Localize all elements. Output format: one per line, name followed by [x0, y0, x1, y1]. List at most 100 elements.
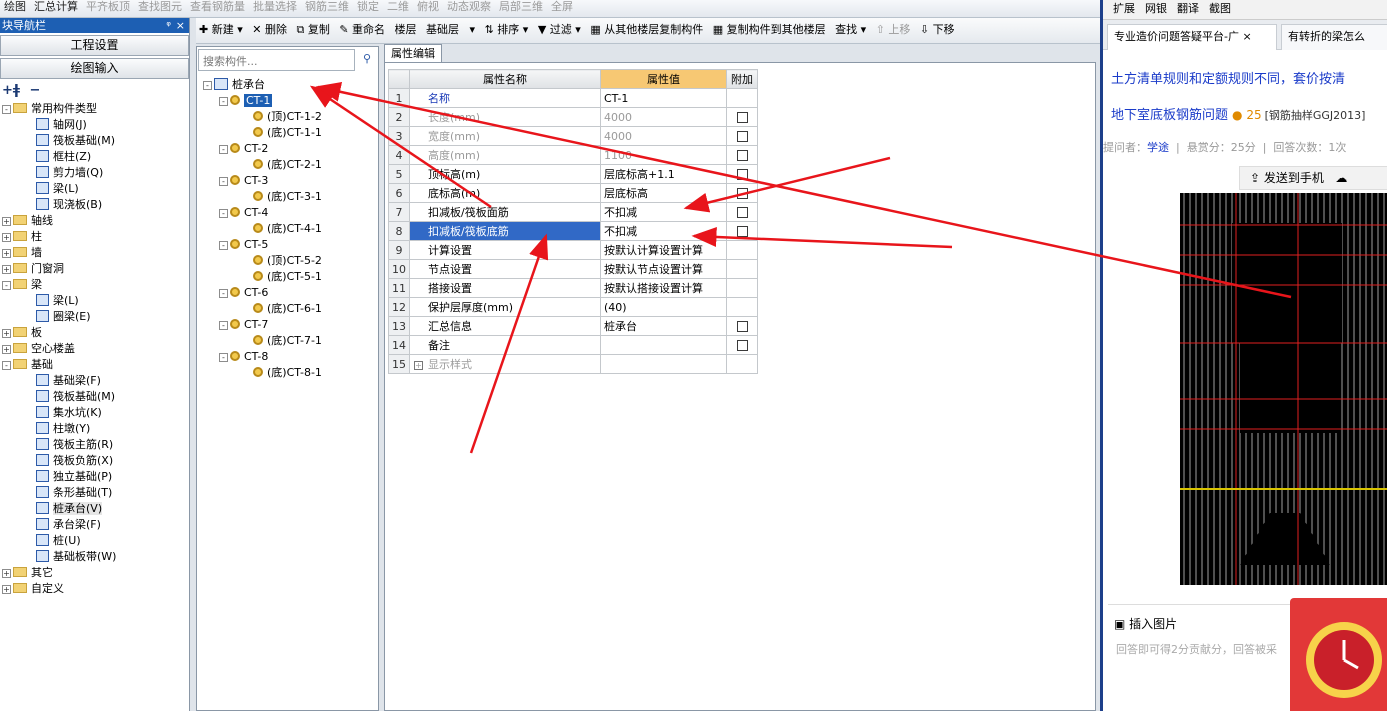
browser-toolbar-item[interactable]: 截图: [1209, 0, 1231, 18]
component-tree-item[interactable]: - CT-5: [203, 237, 322, 253]
collapse-icon[interactable]: -: [219, 353, 228, 362]
extra-checkbox[interactable]: [736, 131, 748, 142]
component-tree-item[interactable]: - CT-7: [203, 317, 322, 333]
property-value[interactable]: 层底标高: [600, 183, 727, 203]
component-tree-item[interactable]: (底)CT-4-1: [203, 221, 322, 237]
nav-tree-item[interactable]: 框柱(Z): [0, 149, 189, 165]
property-row[interactable]: 2 长度(mm) 4000: [388, 107, 758, 127]
nav-tree-item[interactable]: 筏板基础(M): [0, 133, 189, 149]
property-value[interactable]: 4000: [600, 107, 727, 127]
expand-icon[interactable]: +: [2, 569, 11, 578]
property-value[interactable]: 按默认节点设置计算: [600, 259, 727, 279]
property-row[interactable]: 10 节点设置 按默认节点设置计算: [388, 259, 758, 279]
collapse-icon[interactable]: -: [219, 289, 228, 298]
property-row[interactable]: 4 高度(mm) 1100: [388, 145, 758, 165]
nav-tree-item[interactable]: -梁: [0, 277, 189, 293]
nav-tree-item[interactable]: 梁(L): [0, 181, 189, 197]
nav-tree-item[interactable]: 圈梁(E): [0, 309, 189, 325]
property-value[interactable]: 桩承台: [600, 316, 727, 336]
nav-tree-item[interactable]: 筏板基础(M): [0, 389, 189, 405]
search-icon[interactable]: ⚲: [357, 49, 377, 71]
property-value[interactable]: [600, 354, 727, 374]
component-tree-item[interactable]: (底)CT-2-1: [203, 157, 322, 173]
toolbar1-item[interactable]: 锁定: [353, 0, 383, 17]
expand-icon[interactable]: +: [2, 217, 11, 226]
collapse-icon[interactable]: -: [2, 361, 11, 370]
nav-tree-item[interactable]: 桩承台(V): [0, 501, 189, 517]
property-row[interactable]: 5 顶标高(m) 层底标高+1.1: [388, 164, 758, 184]
collapse-icon[interactable]: -: [2, 105, 11, 114]
filter-button[interactable]: ▼ 过滤 ▾: [535, 18, 584, 43]
collapse-icon[interactable]: -: [219, 97, 228, 106]
property-value[interactable]: 不扣减: [600, 221, 727, 241]
nav-tree-item[interactable]: 现浇板(B): [0, 197, 189, 213]
copy-from-floor-button[interactable]: ▦ 从其他楼层复制构件: [587, 18, 706, 43]
toolbar1-item[interactable]: 汇总计算: [30, 0, 82, 17]
browser-tab-qa[interactable]: 专业造价问题答疑平台-广 ×: [1107, 24, 1277, 50]
nav-tree-item[interactable]: + 其它: [0, 565, 189, 581]
nav-tree-item[interactable]: - 基础: [0, 357, 189, 373]
property-row[interactable]: 13 汇总信息 桩承台: [388, 316, 758, 336]
collapse-icon[interactable]: -: [219, 145, 228, 154]
component-tree-item[interactable]: (底)CT-3-1: [203, 189, 322, 205]
extra-checkbox[interactable]: [736, 112, 748, 123]
nav-tree-item[interactable]: + 板: [0, 325, 189, 341]
component-tree-item[interactable]: - CT-6: [203, 285, 322, 301]
browser-toolbar-item[interactable]: 扩展: [1113, 0, 1135, 18]
property-value[interactable]: 4000: [600, 126, 727, 146]
nav-tree-item[interactable]: 轴网(J): [0, 117, 189, 133]
nav-tree-item[interactable]: + 墙: [0, 245, 189, 261]
component-tree-item[interactable]: (底)CT-6-1: [203, 301, 322, 317]
toolbar1-item[interactable]: 钢筋三维: [301, 0, 353, 17]
property-value[interactable]: 层底标高+1.1: [600, 164, 727, 184]
nav-tree-item[interactable]: 梁(L): [0, 293, 189, 309]
property-row[interactable]: 6 底标高(m) 层底标高: [388, 183, 758, 203]
component-tree-item[interactable]: (底)CT-1-1: [203, 125, 322, 141]
move-down-button[interactable]: ⇩ 下移: [917, 18, 958, 43]
browser-tab-beam[interactable]: 有转折的梁怎么: [1281, 24, 1387, 50]
drawing-input-button[interactable]: 绘图输入: [0, 58, 189, 79]
nav-tree-item[interactable]: 独立基础(P): [0, 469, 189, 485]
toolbar1-item[interactable]: 查找图元: [134, 0, 186, 17]
pin-icon[interactable]: ᵠ: [166, 18, 171, 33]
nav-tree-item[interactable]: 柱墩(Y): [0, 421, 189, 437]
nav-tree-item[interactable]: 桩(U): [0, 533, 189, 549]
nav-tree-item[interactable]: 剪力墙(Q): [0, 165, 189, 181]
asker-link[interactable]: 学途: [1147, 141, 1169, 154]
expand-icon[interactable]: +: [2, 329, 11, 338]
copy-button[interactable]: ⧉ 复制: [293, 18, 332, 43]
component-tree-item[interactable]: (底)CT-8-1: [203, 365, 322, 381]
find-button[interactable]: 查找 ▾: [832, 18, 869, 43]
property-row[interactable]: 7 扣减板/筏板面筋 不扣减: [388, 202, 758, 222]
component-tree-item[interactable]: - CT-8: [203, 349, 322, 365]
nav-tree-item[interactable]: + 轴线: [0, 213, 189, 229]
question-link-basement[interactable]: 地下室底板钢筋问题 ● 25 [钢筋抽样GGJ2013]: [1111, 104, 1365, 123]
floor-select[interactable]: 基础层 ▾: [423, 18, 478, 43]
nav-tree-item[interactable]: + 空心楼盖: [0, 341, 189, 357]
property-row[interactable]: 1 名称 CT-1: [388, 88, 758, 108]
collapse-all-icon[interactable]: −: [29, 83, 40, 98]
toolbar1-item[interactable]: 俯视: [413, 0, 443, 17]
property-row[interactable]: 11 搭接设置 按默认搭接设置计算: [388, 278, 758, 298]
component-tree-item[interactable]: - CT-4: [203, 205, 322, 221]
component-tree-item[interactable]: - CT-3: [203, 173, 322, 189]
extra-checkbox[interactable]: [736, 340, 748, 351]
delete-button[interactable]: ✕ 删除: [249, 18, 290, 43]
toolbar1-item[interactable]: 平齐板顶: [82, 0, 134, 17]
nav-tree-item[interactable]: 基础板带(W): [0, 549, 189, 565]
nav-tree-item[interactable]: + 门窗洞: [0, 261, 189, 277]
extra-checkbox[interactable]: [736, 321, 748, 332]
answer-input[interactable]: 回答即可得2分贡献分，回答被采: [1116, 641, 1277, 657]
collapse-icon[interactable]: -: [219, 209, 228, 218]
property-value[interactable]: 按默认搭接设置计算: [600, 278, 727, 298]
nav-tree-item[interactable]: 筏板负筋(X): [0, 453, 189, 469]
collapse-icon[interactable]: -: [203, 81, 212, 90]
extra-checkbox[interactable]: [736, 150, 748, 161]
property-row[interactable]: 14 备注: [388, 335, 758, 355]
collapse-icon[interactable]: -: [219, 321, 228, 330]
component-tree-item[interactable]: (底)CT-7-1: [203, 333, 322, 349]
nav-tree-item[interactable]: 条形基础(T): [0, 485, 189, 501]
toolbar1-item[interactable]: 二维: [383, 0, 413, 17]
expand-icon[interactable]: +: [2, 345, 11, 354]
toolbar1-item[interactable]: 动态观察: [443, 0, 495, 17]
